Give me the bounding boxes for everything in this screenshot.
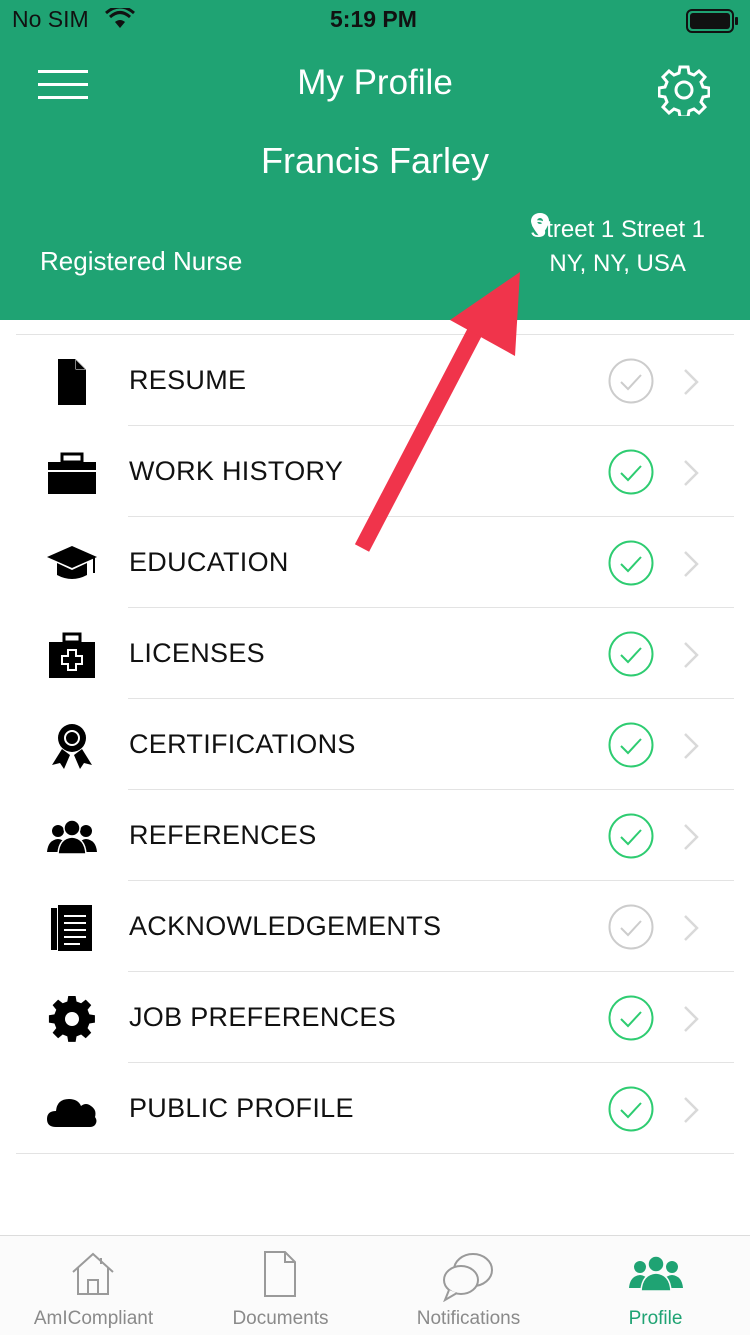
- menu-item-label: PUBLIC PROFILE: [129, 1093, 354, 1123]
- award-ribbon-icon: [52, 724, 92, 769]
- gear-icon: [48, 996, 95, 1042]
- profile-name: Francis Farley: [260, 140, 490, 181]
- tab-notifications[interactable]: Notifications: [375, 1236, 562, 1335]
- address-line-2: NY, NY, USA: [549, 250, 686, 277]
- document-icon: [58, 359, 86, 405]
- medical-kit-icon: [49, 632, 95, 678]
- menu-item-label: JOB PREFERENCES: [129, 1002, 397, 1032]
- page-title: My Profile: [297, 63, 453, 102]
- battery-icon: [686, 9, 738, 33]
- people-icon: [629, 1255, 683, 1292]
- profile-header: No SIM 5:19 PM My Profile Francis Farley…: [0, 0, 750, 320]
- tab-label: Documents: [232, 1308, 329, 1329]
- carrier-label: No SIM: [12, 6, 89, 32]
- menu-item-label: RESUME: [129, 365, 247, 395]
- chevron-right-icon: [684, 460, 699, 486]
- file-icon: [264, 1251, 296, 1297]
- home-icon: [72, 1252, 114, 1295]
- tab-documents[interactable]: Documents: [187, 1236, 374, 1335]
- settings-gear-icon[interactable]: [658, 64, 710, 116]
- menu-item-licenses[interactable]: LICENSES: [0, 608, 750, 699]
- chat-icon: [443, 1253, 493, 1302]
- menu-item-references[interactable]: REFERENCES: [0, 790, 750, 881]
- tab-label: AmICompliant: [33, 1308, 154, 1329]
- menu-item-acknowledgements[interactable]: ACKNOWLEDGEMENTS: [0, 881, 750, 972]
- profile-address[interactable]: Street 1 Street 1 NY, NY, USA: [530, 213, 705, 281]
- tab-label: Profile: [628, 1308, 683, 1329]
- chevron-right-icon: [684, 915, 699, 941]
- people-icon: [47, 819, 97, 855]
- clock: 5:19 PM: [330, 6, 417, 32]
- tab-amicompliant[interactable]: AmICompliant: [0, 1236, 187, 1335]
- check-circle-icon: [608, 358, 654, 404]
- bottom-tab-bar: AmICompliant Documents Notifications Pro…: [0, 1235, 750, 1335]
- briefcase-icon: [48, 452, 96, 494]
- notes-icon: [51, 905, 92, 951]
- wifi-icon: [105, 8, 135, 28]
- chevron-right-icon: [684, 369, 699, 395]
- chevron-right-icon: [684, 1006, 699, 1032]
- check-circle-icon: [608, 995, 654, 1041]
- chevron-right-icon: [684, 824, 699, 850]
- tab-profile[interactable]: Profile: [562, 1236, 749, 1335]
- address-line-1: Street 1 Street 1: [530, 216, 705, 243]
- menu-item-job-preferences[interactable]: JOB PREFERENCES: [0, 972, 750, 1063]
- graduation-cap-icon: [47, 546, 97, 579]
- chevron-right-icon: [684, 551, 699, 577]
- cloud-icon: [47, 1099, 97, 1127]
- status-bar: No SIM 5:19 PM: [0, 0, 750, 40]
- row-divider: [16, 1153, 734, 1154]
- chevron-right-icon: [684, 642, 699, 668]
- check-circle-icon: [608, 813, 654, 859]
- check-circle-icon: [608, 722, 654, 768]
- menu-item-label: EDUCATION: [129, 547, 289, 577]
- check-circle-icon: [608, 1086, 654, 1132]
- menu-item-label: WORK HISTORY: [129, 456, 344, 486]
- check-circle-icon: [608, 904, 654, 950]
- check-circle-icon: [608, 449, 654, 495]
- menu-item-label: LICENSES: [129, 638, 265, 668]
- profile-role: Registered Nurse: [40, 246, 243, 276]
- chevron-right-icon: [684, 733, 699, 759]
- tab-label: Notifications: [416, 1308, 521, 1329]
- menu-item-work-history[interactable]: WORK HISTORY: [0, 426, 750, 517]
- menu-item-label: CERTIFICATIONS: [129, 729, 356, 759]
- menu-item-public-profile[interactable]: PUBLIC PROFILE: [0, 1063, 750, 1154]
- menu-item-certifications[interactable]: CERTIFICATIONS: [0, 699, 750, 790]
- chevron-right-icon: [684, 1097, 699, 1123]
- check-circle-icon: [608, 540, 654, 586]
- menu-item-label: ACKNOWLEDGEMENTS: [129, 911, 442, 941]
- check-circle-icon: [608, 631, 654, 677]
- menu-item-education[interactable]: EDUCATION: [0, 517, 750, 608]
- menu-item-label: REFERENCES: [129, 820, 317, 850]
- menu-item-resume[interactable]: RESUME: [0, 335, 750, 426]
